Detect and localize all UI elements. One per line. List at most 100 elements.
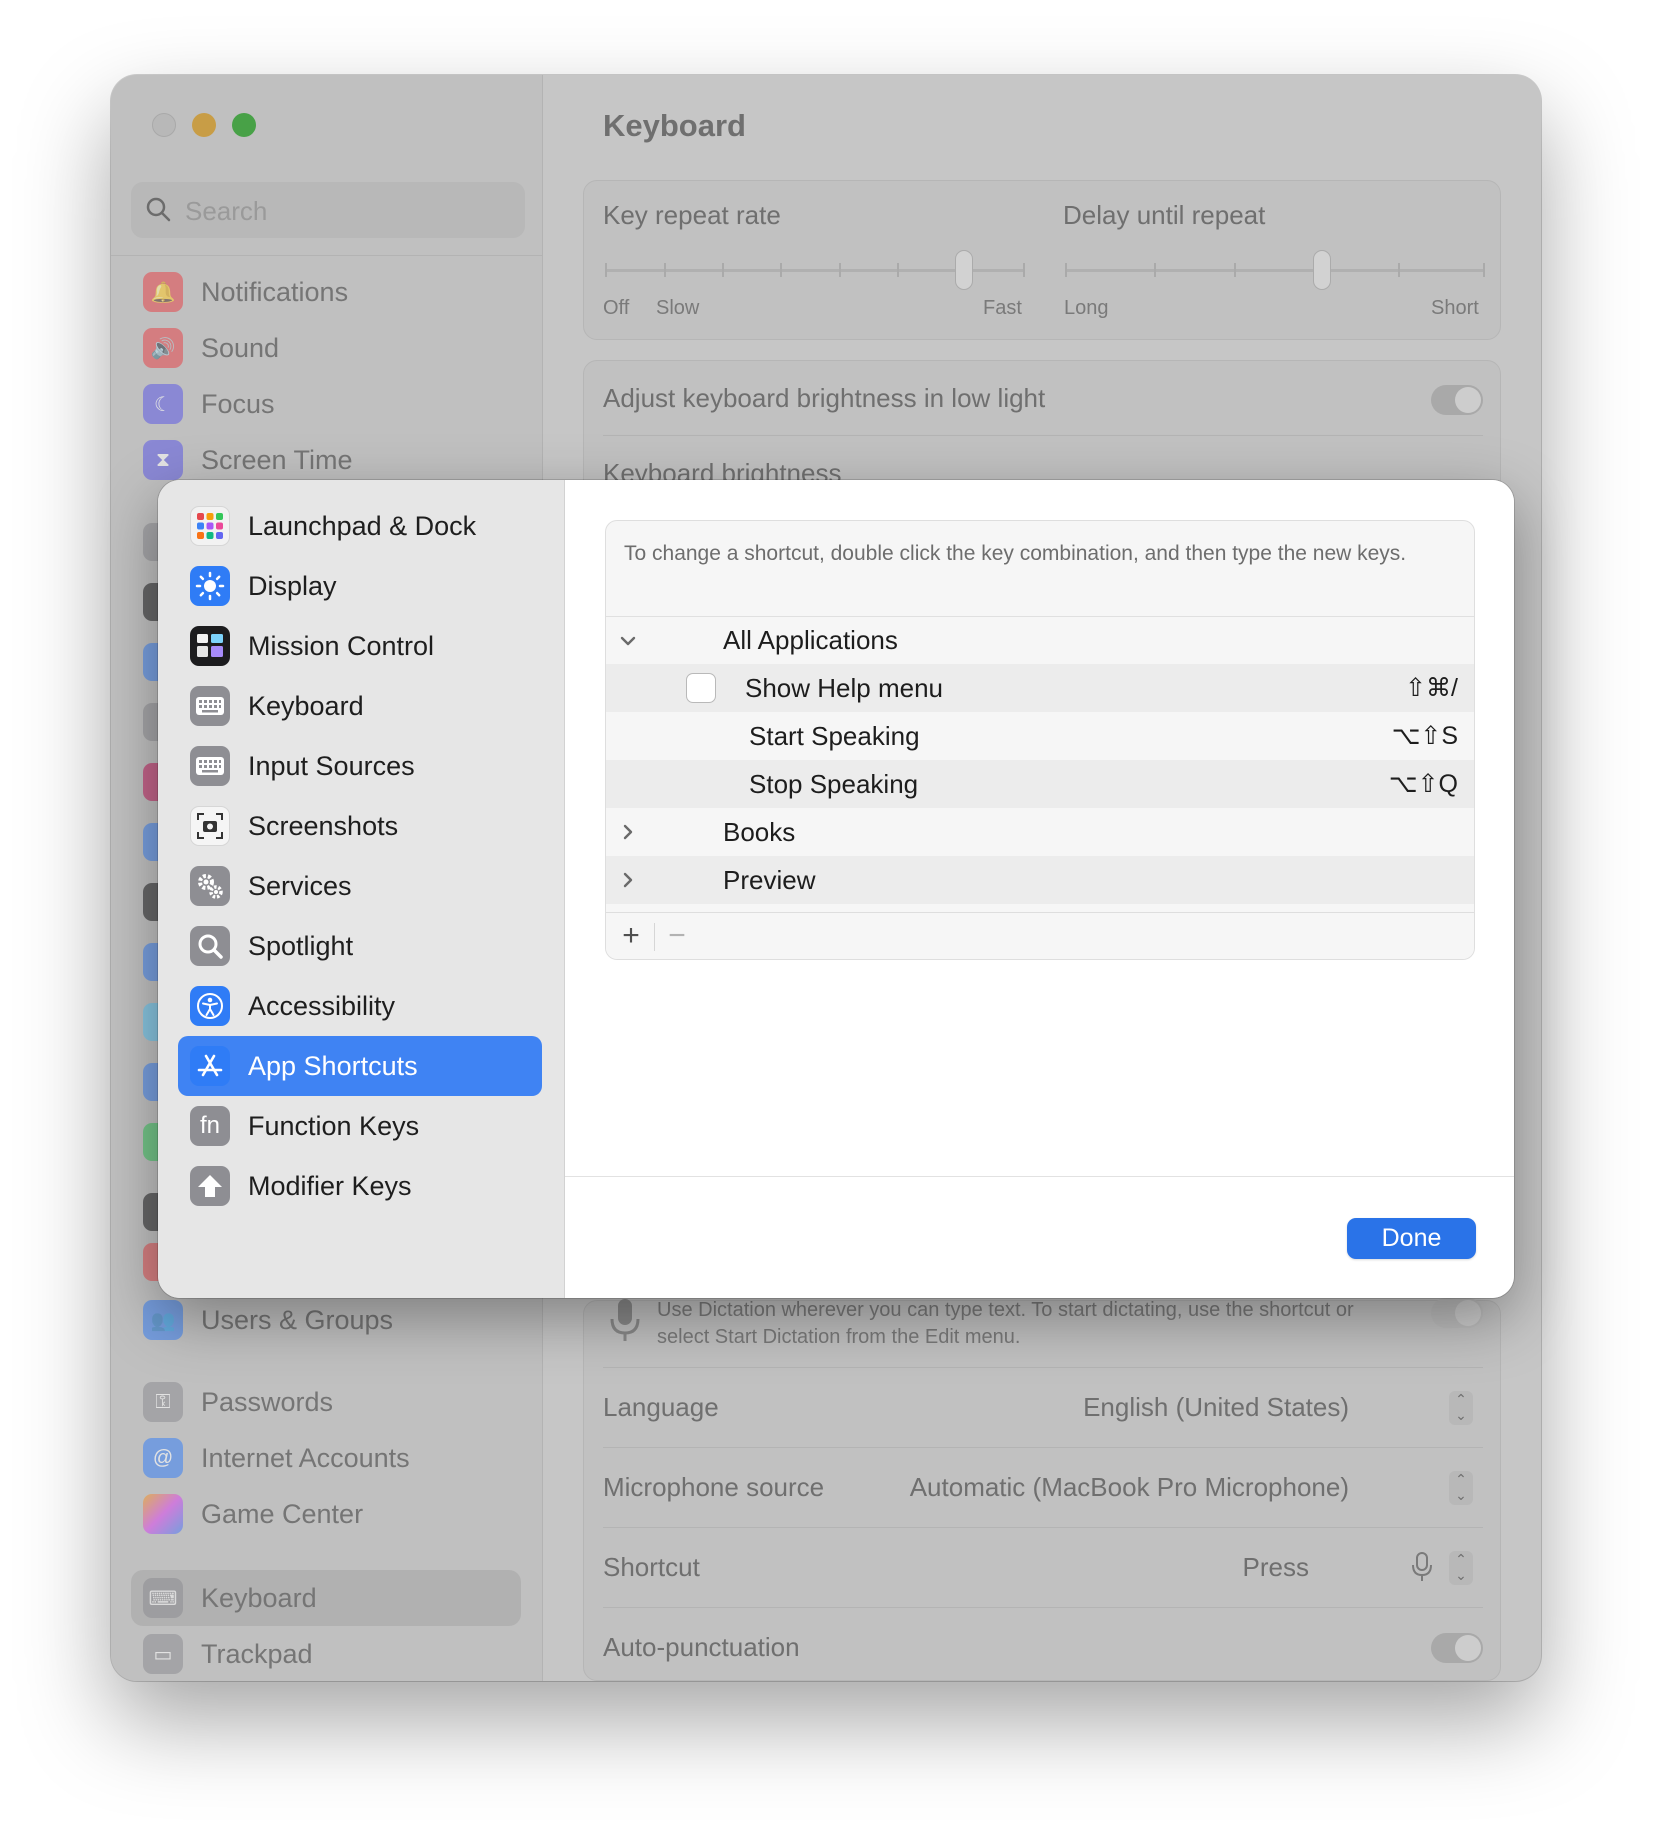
- category-screenshots[interactable]: Screenshots: [178, 796, 542, 856]
- key-repeat-thumb[interactable]: [955, 250, 973, 290]
- close-window-button[interactable]: [152, 113, 176, 137]
- shortcut-row-stop-speaking[interactable]: Stop Speaking ⌥⇧Q: [606, 760, 1474, 808]
- search-icon: [146, 197, 171, 222]
- shortcut-keys[interactable]: ⌥⇧S: [1392, 721, 1458, 751]
- mission-control-icon: [190, 626, 230, 666]
- page-title: Keyboard: [603, 108, 746, 143]
- dictation-shortcut-label: Shortcut: [603, 1552, 700, 1582]
- category-mission-control[interactable]: Mission Control: [178, 616, 542, 676]
- microphone-icon: [610, 1299, 640, 1341]
- app-store-icon: [190, 1046, 230, 1086]
- add-shortcut-button[interactable]: +: [616, 921, 646, 951]
- fn-icon: fn: [190, 1106, 230, 1146]
- group-all-applications[interactable]: All Applications: [606, 616, 1474, 664]
- chevron-right-icon[interactable]: [616, 868, 640, 892]
- category-services[interactable]: Services: [178, 856, 542, 916]
- sidebar-item-sound[interactable]: 🔊 Sound: [143, 326, 279, 370]
- dictation-shortcut-value[interactable]: Press: [1243, 1552, 1309, 1583]
- category-accessibility[interactable]: Accessibility: [178, 976, 542, 1036]
- bell-icon: 🔔: [143, 272, 183, 312]
- up-arrow-icon: [190, 1166, 230, 1206]
- category-function-keys[interactable]: fn Function Keys: [178, 1096, 542, 1156]
- key-icon: ⚿: [143, 1382, 183, 1422]
- delay-slider[interactable]: [1065, 269, 1485, 272]
- accessibility-icon: [190, 986, 230, 1026]
- key-repeat-fast: Fast: [983, 297, 1022, 319]
- category-keyboard[interactable]: Keyboard: [178, 676, 542, 736]
- delay-until-repeat-label: Delay until repeat: [1063, 200, 1266, 230]
- sidebar-divider: [111, 255, 543, 256]
- shortcut-stepper-icon[interactable]: ⌃ ⌄: [1449, 1551, 1473, 1585]
- app-shortcuts-panel: To change a shortcut, double click the k…: [565, 480, 1514, 1298]
- category-modifier-keys[interactable]: Modifier Keys: [178, 1156, 542, 1216]
- shortcuts-list: To change a shortcut, double click the k…: [605, 520, 1475, 960]
- shortcut-name[interactable]: Show Help menu: [745, 673, 943, 704]
- category-spotlight[interactable]: Spotlight: [178, 916, 542, 976]
- search-placeholder: Search: [185, 196, 268, 226]
- chevron-right-icon[interactable]: [616, 820, 640, 844]
- shortcut-row-show-help-menu[interactable]: Show Help menu ⇧⌘/: [606, 664, 1474, 712]
- delay-thumb[interactable]: [1313, 250, 1331, 290]
- brightness-toggle[interactable]: [1431, 385, 1483, 415]
- microphone-small-icon: [1412, 1552, 1432, 1581]
- screenshot-icon: [190, 806, 230, 846]
- shortcut-keys[interactable]: ⌥⇧Q: [1389, 769, 1458, 799]
- launchpad-icon: [190, 506, 230, 546]
- category-input-sources[interactable]: Input Sources: [178, 736, 542, 796]
- group-name: Preview: [723, 864, 816, 895]
- users-icon: 👥: [143, 1300, 183, 1340]
- auto-punctuation-toggle[interactable]: [1431, 1633, 1483, 1663]
- at-icon: @: [143, 1438, 183, 1478]
- group-name: Books: [723, 816, 796, 847]
- trackpad-icon: ▭: [143, 1634, 183, 1674]
- sidebar-item-users-groups[interactable]: 👥 Users & Groups: [143, 1298, 393, 1342]
- sidebar-item-screen-time[interactable]: ⧗ Screen Time: [143, 438, 353, 482]
- shortcut-enable-checkbox[interactable]: [686, 673, 716, 703]
- sun-icon: [190, 566, 230, 606]
- category-display[interactable]: Display: [178, 556, 542, 616]
- search-field[interactable]: Search: [131, 182, 525, 238]
- moon-icon: ☾: [143, 384, 183, 424]
- shortcut-keys[interactable]: ⇧⌘/: [1405, 673, 1458, 703]
- sidebar-item-focus[interactable]: ☾ Focus: [143, 382, 275, 426]
- group-name: All Applications: [723, 625, 898, 655]
- game-center-icon: [143, 1494, 183, 1534]
- language-label: Language: [603, 1392, 719, 1422]
- language-value[interactable]: English (United States): [1083, 1392, 1349, 1423]
- sidebar-item-notifications[interactable]: 🔔 Notifications: [143, 270, 348, 314]
- done-button[interactable]: Done: [1347, 1218, 1476, 1259]
- dictation-toggle[interactable]: [1431, 1298, 1483, 1328]
- sidebar-item-game-center[interactable]: Game Center: [143, 1492, 363, 1536]
- shortcut-name[interactable]: Stop Speaking: [749, 769, 918, 800]
- sidebar-item-trackpad[interactable]: ▭ Trackpad: [143, 1632, 313, 1676]
- shortcut-name[interactable]: Start Speaking: [749, 721, 920, 752]
- minimize-window-button[interactable]: [192, 113, 216, 137]
- sidebar-item-passwords[interactable]: ⚿ Passwords: [143, 1380, 333, 1424]
- remove-shortcut-button[interactable]: −: [662, 921, 692, 951]
- microphone-source-value[interactable]: Automatic (MacBook Pro Microphone): [910, 1472, 1349, 1503]
- microphone-stepper-icon[interactable]: ⌃ ⌄: [1449, 1471, 1473, 1505]
- gears-icon: [190, 866, 230, 906]
- key-repeat-off: Off: [603, 297, 630, 319]
- shortcuts-category-list: Launchpad & Dock Display Mission Control…: [158, 480, 565, 1298]
- keyboard-icon: [190, 746, 230, 786]
- sidebar-item-internet-accounts[interactable]: @ Internet Accounts: [143, 1436, 410, 1480]
- auto-punctuation-label: Auto-punctuation: [603, 1632, 800, 1662]
- keyboard-icon: ⌨: [143, 1578, 183, 1618]
- keyboard-shortcuts-sheet: Launchpad & Dock Display Mission Control…: [158, 480, 1514, 1298]
- dictation-description: Use Dictation wherever you can type text…: [657, 1299, 1354, 1348]
- group-preview[interactable]: Preview: [606, 856, 1474, 904]
- group-books[interactable]: Books: [606, 808, 1474, 856]
- shortcut-row-start-speaking[interactable]: Start Speaking ⌥⇧S: [606, 712, 1474, 760]
- language-stepper-icon[interactable]: ⌃ ⌄: [1449, 1391, 1473, 1425]
- zoom-window-button[interactable]: [232, 113, 256, 137]
- keyboard-icon: [190, 686, 230, 726]
- sidebar-item-keyboard[interactable]: ⌨ Keyboard: [143, 1576, 317, 1620]
- category-launchpad-dock[interactable]: Launchpad & Dock: [178, 496, 542, 556]
- list-footer: + −: [606, 912, 1474, 959]
- speaker-icon: 🔊: [143, 328, 183, 368]
- chevron-down-icon[interactable]: [616, 629, 640, 653]
- delay-long: Long: [1064, 297, 1109, 319]
- category-app-shortcuts[interactable]: App Shortcuts: [178, 1036, 542, 1096]
- shortcuts-hint: To change a shortcut, double click the k…: [624, 542, 1407, 565]
